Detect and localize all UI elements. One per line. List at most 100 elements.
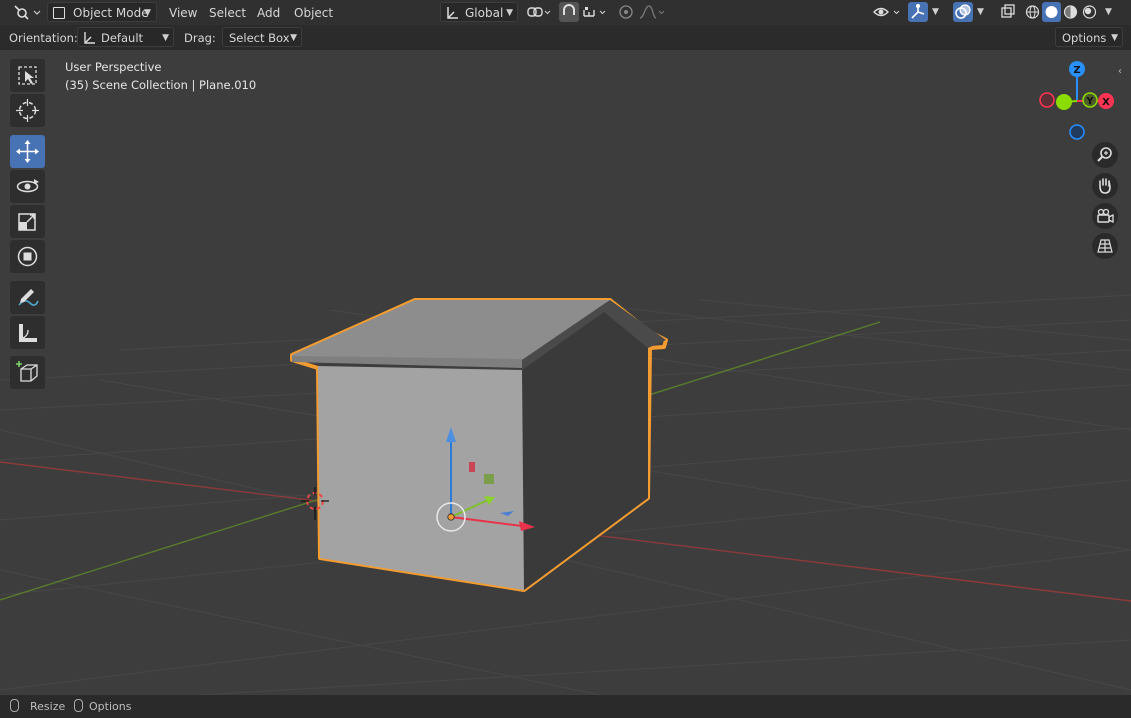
- viewport-header: Object Mode ▼ View Select Add Object Glo…: [0, 0, 1131, 25]
- shading-rendered-button[interactable]: [1080, 2, 1099, 22]
- tool-add-cube[interactable]: [10, 356, 45, 389]
- chevron-down-icon: ▼: [977, 7, 984, 17]
- material-sphere-icon: [1063, 5, 1078, 19]
- viewport-scene[interactable]: [0, 50, 1131, 695]
- drag-label: Drag:: [184, 31, 216, 45]
- status-bar: Resize Options: [0, 695, 1131, 718]
- magnet-icon: [563, 4, 575, 15]
- menu-select[interactable]: Select: [209, 3, 246, 23]
- snap-target-dropdown[interactable]: [580, 2, 610, 22]
- tool-measure[interactable]: [10, 316, 45, 349]
- view-perspective-label: User Perspective: [65, 60, 162, 74]
- add-cube-icon: [16, 361, 38, 382]
- chevron-down-icon: ▼: [290, 33, 297, 43]
- pan-button[interactable]: [1092, 173, 1118, 199]
- zoom-button[interactable]: [1092, 142, 1118, 168]
- gizmo-icon: [911, 4, 925, 19]
- shading-solid-button[interactable]: [1042, 2, 1061, 22]
- hand-icon: [1099, 178, 1111, 194]
- chevron-down-icon: ▼: [1105, 7, 1112, 17]
- snap-increment-icon: [583, 7, 606, 17]
- orientation-axes-icon: [84, 32, 95, 44]
- house-object: [290, 298, 668, 592]
- camera-view-button[interactable]: [1092, 203, 1118, 229]
- chevron-down-icon: ▼: [162, 33, 169, 43]
- proportional-edit-toggle[interactable]: [616, 2, 636, 22]
- drag-dropdown[interactable]: Select Box ▼: [222, 27, 302, 47]
- wireframe-sphere-icon: [1025, 5, 1040, 19]
- xray-toggle[interactable]: [998, 2, 1018, 22]
- pivot-link-icon: [527, 7, 551, 17]
- gizmo-z-label: Z: [1073, 65, 1080, 76]
- scale-icon: [18, 213, 36, 231]
- collection-info-label: (35) Scene Collection | Plane.010: [65, 78, 257, 92]
- show-gizmo-toggle[interactable]: [908, 2, 928, 22]
- transform-icon: [17, 246, 38, 267]
- overlays-dropdown[interactable]: ▼: [974, 2, 988, 22]
- orientation-label: Orientation:: [9, 31, 78, 45]
- overlays-icon: [955, 4, 971, 19]
- xray-icon: [1001, 4, 1015, 18]
- rotate-icon: [16, 179, 39, 193]
- tool-select-box[interactable]: [10, 59, 45, 92]
- chevron-down-icon: ▼: [144, 8, 151, 18]
- navigation-gizmo[interactable]: Z Y X: [1035, 55, 1125, 145]
- measure-ruler-icon: [19, 324, 37, 342]
- transform-space-label: Global: [465, 6, 504, 20]
- falloff-dropdown[interactable]: [637, 2, 667, 22]
- tool-move[interactable]: [10, 135, 45, 168]
- gizmo-x-label: X: [1102, 97, 1110, 108]
- snap-toggle[interactable]: [559, 2, 579, 22]
- drag-value: Select Box: [229, 31, 290, 45]
- tool-transform[interactable]: [10, 240, 45, 273]
- gizmo-y-label: Y: [1085, 96, 1094, 107]
- status-options-label: Options: [89, 700, 132, 713]
- editor-type-icon: [14, 5, 41, 20]
- orientation-axes-icon: [447, 7, 458, 19]
- mouse-right-icon: [74, 699, 83, 712]
- proportional-edit-icon: [619, 5, 633, 19]
- camera-icon: [1097, 208, 1114, 224]
- grid-perspective-icon: [1097, 239, 1113, 253]
- shading-dropdown[interactable]: ▼: [1102, 2, 1116, 22]
- status-resize-label: Resize: [30, 700, 66, 713]
- eye-icon: [873, 7, 900, 17]
- shading-material-button[interactable]: [1061, 2, 1080, 22]
- move-arrows-icon: [16, 140, 39, 163]
- mode-dropdown[interactable]: Object Mode ▼: [47, 2, 157, 22]
- orientation-value: Default: [101, 31, 144, 45]
- show-overlays-toggle[interactable]: [953, 2, 973, 22]
- orientation-dropdown[interactable]: Default ▼: [77, 27, 174, 47]
- solid-sphere-icon: [1045, 6, 1058, 18]
- mouse-left-icon: [10, 699, 19, 712]
- pivot-point-button[interactable]: [524, 2, 554, 22]
- chevron-down-icon: ▼: [506, 8, 513, 18]
- tool-scale[interactable]: [10, 205, 45, 238]
- tool-cursor[interactable]: [10, 94, 45, 127]
- menu-view[interactable]: View: [169, 3, 197, 23]
- object-mode-icon: [53, 7, 65, 19]
- shading-wireframe-button[interactable]: [1023, 2, 1042, 22]
- sidebar-toggle-icon[interactable]: ‹: [1118, 66, 1122, 77]
- falloff-curve-icon: [639, 5, 665, 19]
- menu-add[interactable]: Add: [257, 3, 280, 23]
- tool-annotate[interactable]: [10, 281, 45, 314]
- menu-object[interactable]: Object: [294, 3, 333, 23]
- select-box-icon: [18, 66, 37, 85]
- visibility-dropdown[interactable]: [871, 2, 903, 22]
- cursor-icon: [16, 99, 39, 122]
- mode-label: Object Mode: [73, 6, 149, 20]
- transform-orientation-dropdown[interactable]: Global ▼: [440, 2, 518, 22]
- chevron-down-icon: ▼: [1111, 33, 1118, 43]
- rendered-sphere-icon: [1082, 5, 1097, 19]
- chevron-down-icon: ▼: [932, 7, 939, 17]
- tool-rotate[interactable]: [10, 170, 45, 203]
- 3d-viewport[interactable]: User Perspective (35) Scene Collection |…: [0, 50, 1131, 695]
- gizmo-dropdown[interactable]: ▼: [929, 2, 943, 22]
- perspective-toggle-button[interactable]: [1092, 233, 1118, 259]
- editor-type-button[interactable]: [6, 2, 42, 22]
- options-dropdown[interactable]: Options ▼: [1055, 27, 1123, 47]
- options-label: Options: [1062, 31, 1107, 45]
- zoom-icon: [1097, 147, 1112, 162]
- tool-settings-bar: Orientation: Default ▼ Drag: Select Box …: [0, 25, 1131, 50]
